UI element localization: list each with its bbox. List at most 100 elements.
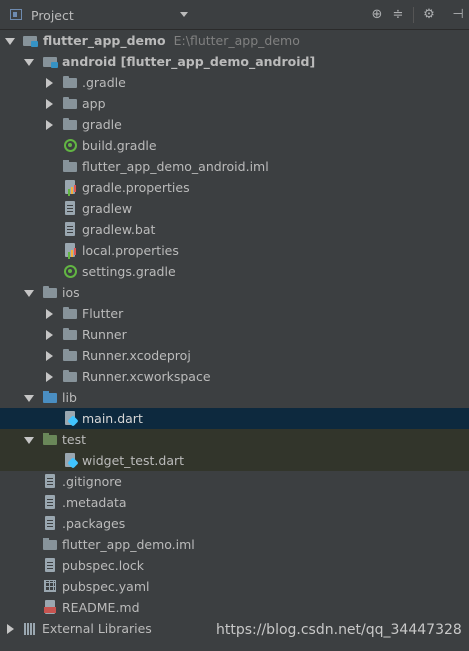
project-toolbar: Project ⊕ ≑ ⚙ ⊣ bbox=[0, 0, 469, 30]
tree-node-label: flutter_app_demo_android.iml bbox=[82, 159, 269, 174]
collapsed-arrow-icon[interactable] bbox=[43, 72, 55, 93]
tree-node-label: Runner.xcworkspace bbox=[82, 369, 211, 384]
text-file-icon bbox=[43, 474, 58, 489]
tree-node-runner-xcworkspace[interactable]: Runner.xcworkspace bbox=[0, 366, 469, 387]
tree-node-label: README.md bbox=[62, 600, 140, 615]
tree-node-label: Flutter bbox=[82, 306, 124, 321]
folder-icon bbox=[63, 117, 78, 132]
collapsed-arrow-icon[interactable] bbox=[43, 93, 55, 114]
collapsed-arrow-icon[interactable] bbox=[4, 618, 16, 639]
tree-node-metadata[interactable]: .metadata bbox=[0, 492, 469, 513]
tree-node-label: .packages bbox=[62, 516, 126, 531]
collapsed-arrow-icon[interactable] bbox=[43, 114, 55, 135]
collapsed-arrow-icon[interactable] bbox=[43, 324, 55, 345]
tree-node-label: .gradle bbox=[82, 75, 126, 90]
iml-file-icon bbox=[63, 159, 78, 174]
text-file-icon bbox=[43, 516, 58, 531]
tree-node-gradle[interactable]: gradle bbox=[0, 114, 469, 135]
tree-node-runner[interactable]: Runner bbox=[0, 324, 469, 345]
expand-arrow-icon[interactable] bbox=[4, 30, 16, 51]
tree-node-label: local.properties bbox=[82, 243, 179, 258]
tree-node-runner-xcodeproj[interactable]: Runner.xcodeproj bbox=[0, 345, 469, 366]
expand-arrow-icon[interactable] bbox=[23, 51, 35, 72]
root-path: E:\flutter_app_demo bbox=[173, 33, 300, 48]
folder-icon bbox=[63, 327, 78, 342]
dart-file-icon bbox=[63, 411, 78, 426]
tree-node-label: pubspec.lock bbox=[62, 558, 145, 573]
tree-node-label: build.gradle bbox=[82, 138, 157, 153]
tree-node-pubspec-lock[interactable]: pubspec.lock bbox=[0, 555, 469, 576]
chevron-down-icon[interactable] bbox=[180, 12, 188, 17]
expand-arrow-icon[interactable] bbox=[23, 282, 35, 303]
text-file-icon bbox=[43, 495, 58, 510]
tree-node-label: main.dart bbox=[82, 411, 143, 426]
properties-file-icon bbox=[63, 180, 78, 195]
collapsed-arrow-icon[interactable] bbox=[43, 345, 55, 366]
source-folder-icon bbox=[43, 390, 58, 405]
tree-node-label: android [flutter_app_demo_android] bbox=[62, 54, 316, 69]
tree-node-readme[interactable]: README.md bbox=[0, 597, 469, 618]
tree-node-label: Runner bbox=[82, 327, 127, 342]
gear-icon[interactable]: ⚙ bbox=[421, 7, 437, 23]
tree-node-label: Runner.xcodeproj bbox=[82, 348, 191, 363]
tree-node-label: settings.gradle bbox=[82, 264, 176, 279]
tree-node-flutter[interactable]: Flutter bbox=[0, 303, 469, 324]
tree-node-label: .gitignore bbox=[62, 474, 122, 489]
module-folder-icon bbox=[23, 33, 38, 48]
folder-icon bbox=[63, 369, 78, 384]
tree-node-pubspec-yaml[interactable]: pubspec.yaml bbox=[0, 576, 469, 597]
tree-node-root-iml[interactable]: flutter_app_demo.iml bbox=[0, 534, 469, 555]
tree-node-packages[interactable]: .packages bbox=[0, 513, 469, 534]
text-file-icon bbox=[63, 222, 78, 237]
tree-node-test[interactable]: test bbox=[0, 429, 469, 450]
tree-node-label: lib bbox=[62, 390, 77, 405]
project-view-title[interactable]: Project bbox=[31, 8, 74, 23]
tree-node-dot-gradle[interactable]: .gradle bbox=[0, 72, 469, 93]
expand-arrow-icon[interactable] bbox=[23, 387, 35, 408]
toolbar-divider bbox=[413, 7, 414, 23]
tree-node-label: widget_test.dart bbox=[82, 453, 185, 468]
folder-icon bbox=[63, 96, 78, 111]
tree-node-label: .metadata bbox=[62, 495, 127, 510]
watermark-url: https://blog.csdn.net/qq_34447328 bbox=[216, 622, 462, 638]
tree-node-main-dart[interactable]: main.dart bbox=[0, 408, 469, 429]
folder-icon bbox=[63, 348, 78, 363]
tree-node-local-properties[interactable]: local.properties bbox=[0, 240, 469, 261]
folder-icon bbox=[63, 306, 78, 321]
tree-node-root[interactable]: flutter_app_demo E:\flutter_app_demo bbox=[0, 30, 469, 51]
tree-node-gradle-properties[interactable]: gradle.properties bbox=[0, 177, 469, 198]
collapsed-arrow-icon[interactable] bbox=[43, 366, 55, 387]
tree-node-label: flutter_app_demo E:\flutter_app_demo bbox=[43, 33, 300, 48]
tree-node-build-gradle[interactable]: build.gradle bbox=[0, 135, 469, 156]
tree-node-android[interactable]: android [flutter_app_demo_android] bbox=[0, 51, 469, 72]
target-icon[interactable]: ⊕ bbox=[369, 7, 385, 23]
collapse-icon[interactable]: ≑ bbox=[390, 7, 406, 23]
tree-node-widget-test-dart[interactable]: widget_test.dart bbox=[0, 450, 469, 471]
markdown-file-icon bbox=[43, 600, 58, 615]
tree-node-app[interactable]: app bbox=[0, 93, 469, 114]
tree-node-label: pubspec.yaml bbox=[62, 579, 150, 594]
expand-arrow-icon[interactable] bbox=[23, 429, 35, 450]
gradle-file-icon bbox=[63, 264, 78, 279]
tree-node-ios[interactable]: ios bbox=[0, 282, 469, 303]
properties-file-icon bbox=[63, 243, 78, 258]
tree-node-label: test bbox=[62, 432, 87, 447]
tree-node-gradlew-bat[interactable]: gradlew.bat bbox=[0, 219, 469, 240]
collapsed-arrow-icon[interactable] bbox=[43, 303, 55, 324]
tree-node-gradlew[interactable]: gradlew bbox=[0, 198, 469, 219]
module-folder-icon bbox=[43, 54, 58, 69]
tree-node-android-iml[interactable]: flutter_app_demo_android.iml bbox=[0, 156, 469, 177]
tree-node-label: External Libraries bbox=[42, 621, 152, 636]
tree-node-label: gradle.properties bbox=[82, 180, 190, 195]
tree-node-settings-gradle[interactable]: settings.gradle bbox=[0, 261, 469, 282]
tree-node-label: gradlew bbox=[82, 201, 133, 216]
tree-node-label: gradle bbox=[82, 117, 122, 132]
tree-node-lib[interactable]: lib bbox=[0, 387, 469, 408]
yaml-file-icon bbox=[43, 579, 58, 594]
test-folder-icon bbox=[43, 432, 58, 447]
tree-node-gitignore[interactable]: .gitignore bbox=[0, 471, 469, 492]
tree-node-label: ios bbox=[62, 285, 80, 300]
tree-node-label: gradlew.bat bbox=[82, 222, 156, 237]
text-file-icon bbox=[63, 201, 78, 216]
minimize-icon[interactable]: ⊣ bbox=[450, 7, 466, 23]
